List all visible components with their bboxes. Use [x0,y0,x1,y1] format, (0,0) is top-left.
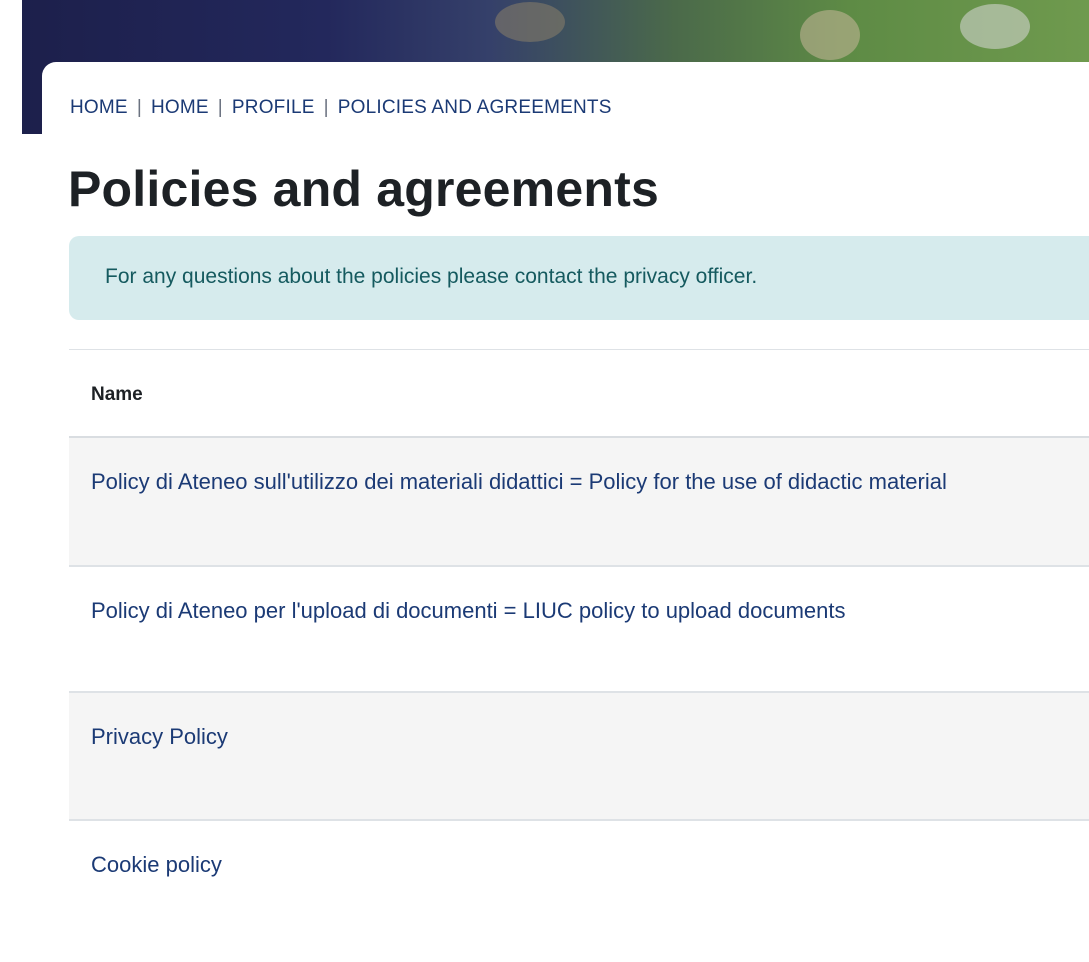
table-row: Policy di Ateneo per l'upload di documen… [69,567,1089,693]
policy-link-upload-documents[interactable]: Policy di Ateneo per l'upload di documen… [91,593,1051,628]
table-row: Policy di Ateneo sull'utilizzo dei mater… [69,438,1089,567]
hero-left-edge [0,0,22,134]
policy-link-cookie[interactable]: Cookie policy [91,847,1051,882]
breadcrumb-home-1[interactable]: HOME [70,97,128,118]
breadcrumb-separator: | [136,97,142,118]
breadcrumb-home-2[interactable]: HOME [151,97,209,118]
hero-figure-2 [800,10,860,60]
breadcrumb-profile[interactable]: PROFILE [232,97,315,118]
policies-table: Name Policy di Ateneo sull'utilizzo dei … [69,349,1089,921]
breadcrumb-separator: | [217,97,223,118]
info-alert-text: For any questions about the policies ple… [105,265,758,288]
hero-figure-1 [495,2,565,42]
info-alert: For any questions about the policies ple… [69,236,1089,320]
breadcrumb-policies[interactable]: POLICIES AND AGREEMENTS [338,97,612,118]
table-row: Privacy Policy [69,693,1089,821]
policy-link-privacy[interactable]: Privacy Policy [91,719,1051,754]
column-header-name: Name [91,384,143,405]
breadcrumb-separator: | [323,97,329,118]
table-row: Cookie policy [69,821,1089,921]
page-title: Policies and agreements [68,161,659,217]
hero-figure-3 [960,4,1030,49]
table-header: Name [69,349,1089,438]
policy-link-didactic-material[interactable]: Policy di Ateneo sull'utilizzo dei mater… [91,464,1051,499]
breadcrumb: HOME | HOME | PROFILE | POLICIES AND AGREEMENT… [70,97,612,119]
